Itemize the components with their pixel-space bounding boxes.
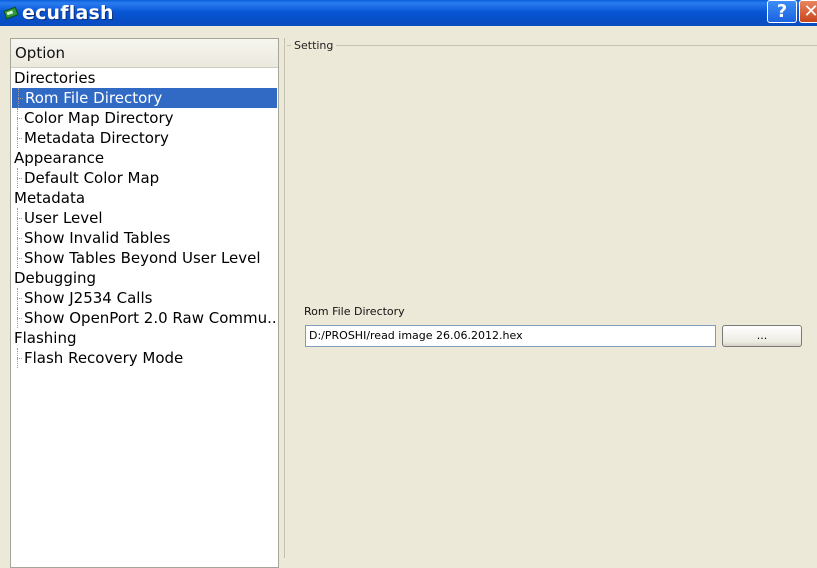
title-bar[interactable]: ecuflash ? ✕ (0, 0, 817, 26)
help-icon: ? (776, 1, 788, 22)
tree-item-label: Default Color Map (24, 169, 160, 187)
window-title: ecuflash (22, 2, 114, 24)
tree-category[interactable]: Directories (11, 68, 278, 88)
panel-splitter[interactable] (284, 38, 285, 558)
tree-item-label: Flash Recovery Mode (24, 349, 184, 367)
tree-item[interactable]: Show OpenPort 2.0 Raw Commu... (11, 308, 278, 328)
tree-header[interactable]: Option (11, 39, 278, 68)
tree-item-label: User Level (24, 209, 103, 227)
tree-item[interactable]: Rom File Directory (12, 88, 277, 108)
tree-item-label: Debugging (14, 269, 97, 287)
tree-header-label: Option (15, 44, 66, 62)
chip-icon (2, 4, 20, 22)
rom-file-directory-label: Rom File Directory (304, 305, 405, 318)
tree-list: Directories Rom File Directory Color Map D… (11, 68, 278, 368)
tree-item-label: Show Tables Beyond User Level (24, 249, 261, 267)
tree-item-label: Rom File Directory (25, 89, 163, 107)
tree-item-label: Appearance (14, 149, 105, 167)
tree-item-label: Metadata (14, 189, 86, 207)
tree-item-label: Show Invalid Tables (24, 229, 171, 247)
tree-item[interactable]: Show J2534 Calls (11, 288, 278, 308)
tree-item[interactable]: User Level (11, 208, 278, 228)
close-icon: ✕ (803, 1, 817, 22)
tree-item-label: Show OpenPort 2.0 Raw Commu... (24, 309, 278, 327)
options-tree[interactable]: Option Directories Rom File Directory Colo… (10, 38, 279, 568)
tree-item-label: Directories (14, 69, 96, 87)
tree-item[interactable]: Color Map Directory (11, 108, 278, 128)
browse-button[interactable]: ... (722, 325, 802, 347)
tree-category[interactable]: Debugging (11, 268, 278, 288)
tree-item-label: Metadata Directory (24, 129, 169, 147)
tree-item[interactable]: Flash Recovery Mode (11, 348, 278, 368)
setting-group-title: Setting (291, 39, 337, 52)
tree-category[interactable]: Metadata (11, 188, 278, 208)
tree-item[interactable]: Metadata Directory (11, 128, 278, 148)
rom-file-directory-input[interactable]: D:/PROSHI/read image 26.06.2012.hex (305, 325, 716, 347)
tree-category[interactable]: Flashing (11, 328, 278, 348)
close-button[interactable]: ✕ (799, 0, 817, 23)
tree-item-label: Flashing (14, 329, 77, 347)
tree-item[interactable]: Default Color Map (11, 168, 278, 188)
tree-item-label: Color Map Directory (24, 109, 174, 127)
help-button[interactable]: ? (767, 0, 797, 23)
tree-category[interactable]: Appearance (11, 148, 278, 168)
tree-item[interactable]: Show Tables Beyond User Level (11, 248, 278, 268)
tree-item-label: Show J2534 Calls (24, 289, 153, 307)
tree-item[interactable]: Show Invalid Tables (11, 228, 278, 248)
